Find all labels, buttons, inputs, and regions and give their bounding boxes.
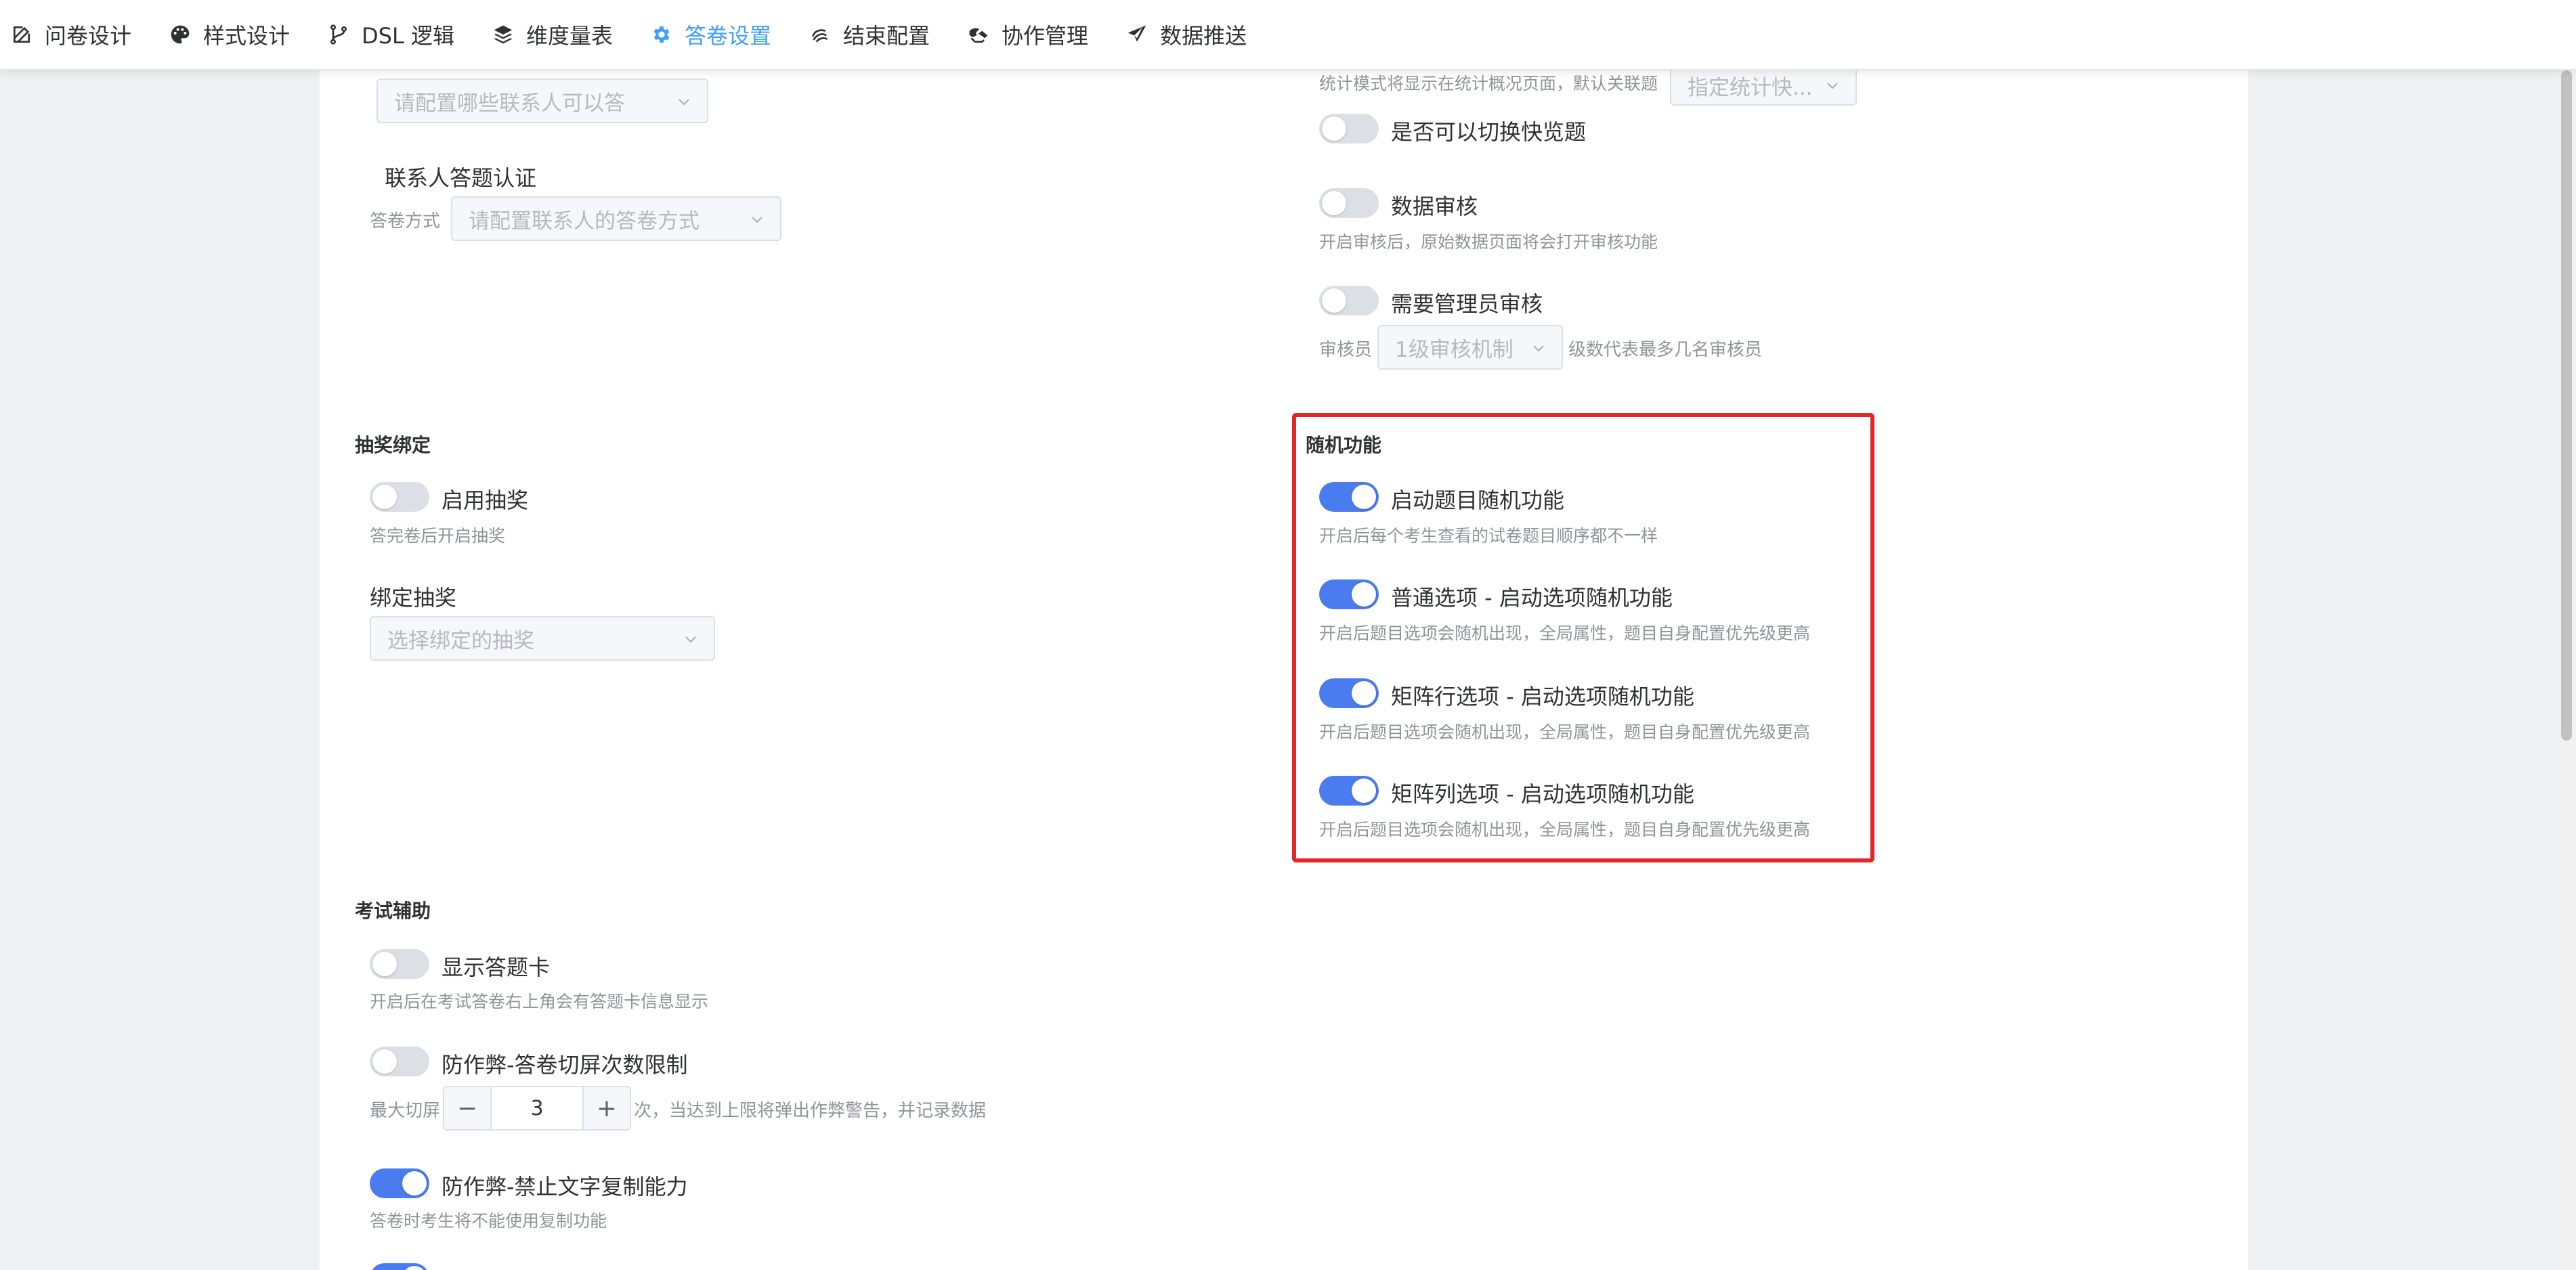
answer-card-label: 显示答题卡	[442, 955, 551, 980]
increment-button[interactable]: +	[582, 1087, 630, 1129]
random-option-desc: 开启后题目选项会随机出现，全局属性，题目自身配置优先级更高	[1319, 623, 1811, 643]
no-copy-label: 防作弊-禁止文字复制能力	[442, 1174, 688, 1200]
answer-method-label: 答卷方式	[370, 211, 441, 232]
decrement-button[interactable]: −	[444, 1087, 492, 1129]
admin-review-label: 需要管理员审核	[1391, 291, 1543, 317]
tab-questionnaire-design[interactable]: 问卷设计	[11, 0, 131, 70]
answer-method-select[interactable]: 请配置联系人的答卷方式	[451, 196, 781, 241]
reviewer-select[interactable]: 1级审核机制	[1377, 325, 1563, 370]
layers-icon	[494, 25, 513, 44]
lottery-bind-title: 绑定抽奖	[370, 585, 457, 611]
page-scrollbar[interactable]	[2557, 70, 2576, 1270]
lottery-enable-desc: 答完卷后开启抽奖	[370, 526, 506, 546]
random-matrix-col-desc: 开启后题目选项会随机出现，全局属性，题目自身配置优先级更高	[1319, 820, 1811, 839]
data-review-switch[interactable]	[1319, 188, 1379, 218]
quick-switch-switch[interactable]	[1319, 114, 1379, 144]
chevron-down-icon	[752, 217, 763, 223]
tab-collaboration[interactable]: 协作管理	[968, 0, 1088, 70]
random-section-title: 随机功能	[1306, 434, 1382, 456]
scrollbar-thumb[interactable]	[2561, 70, 2572, 741]
next-setting-switch[interactable]	[370, 1263, 429, 1270]
data-review-label: 数据审核	[1391, 194, 1478, 219]
admin-review-switch[interactable]	[1319, 286, 1379, 315]
random-question-label: 启动题目随机功能	[1391, 487, 1565, 513]
gear-icon	[653, 26, 670, 43]
random-option-label: 普通选项 - 启动选项随机功能	[1391, 585, 1673, 611]
exam-section-title: 考试辅助	[355, 900, 431, 922]
tab-data-push[interactable]: 数据推送	[1126, 0, 1247, 70]
chevron-down-icon	[1533, 345, 1544, 352]
random-question-switch[interactable]	[1319, 482, 1379, 512]
max-switch-value[interactable]: 3	[492, 1087, 582, 1129]
quick-switch-label: 是否可以切换快览题	[1391, 119, 1587, 145]
max-switch-prefix: 最大切屏	[370, 1101, 441, 1121]
chevron-down-icon	[679, 99, 689, 106]
lottery-enable-label: 启用抽奖	[442, 487, 529, 513]
branch-icon	[330, 24, 347, 45]
chevron-down-icon	[1827, 83, 1838, 89]
switch-limit-label: 防作弊-答卷切屏次数限制	[442, 1052, 688, 1078]
top-nav: 问卷设计 样式设计 DSL 逻辑 维度量表 答卷设置 结束配置 协作管理 数据推…	[0, 0, 2576, 70]
tab-dsl-logic[interactable]: DSL 逻辑	[328, 0, 454, 70]
random-matrix-col-switch[interactable]	[1319, 776, 1379, 806]
stats-mode-desc: 统计模式将显示在统计概况页面，默认关联题	[1319, 74, 1658, 92]
lottery-section-title: 抽奖绑定	[355, 434, 431, 456]
stats-select[interactable]: 指定统计快...	[1670, 65, 1857, 106]
random-matrix-row-label: 矩阵行选项 - 启动选项随机功能	[1391, 684, 1694, 709]
data-review-desc: 开启审核后，原始数据页面将会打开审核功能	[1319, 232, 1658, 252]
switch-limit-switch[interactable]	[370, 1047, 429, 1076]
tab-dimension-scale[interactable]: 维度量表	[492, 0, 613, 70]
random-matrix-row-desc: 开启后题目选项会随机出现，全局属性，题目自身配置优先级更高	[1319, 722, 1811, 742]
random-matrix-col-label: 矩阵列选项 - 启动选项随机功能	[1391, 781, 1694, 807]
contact-auth-title: 联系人答题认证	[385, 165, 537, 191]
edit-icon	[14, 26, 30, 43]
max-switch-suffix: 次，当达到上限将弹出作弊警告，并记录数据	[634, 1101, 987, 1121]
max-switch-stepper[interactable]: − 3 +	[443, 1086, 631, 1131]
spiral-icon	[812, 29, 828, 43]
random-matrix-row-switch[interactable]	[1319, 678, 1379, 708]
answer-card-desc: 开启后在考试答卷右上角会有答题卡信息显示	[370, 992, 709, 1011]
handshake-icon	[969, 28, 988, 43]
tab-answer-settings[interactable]: 答卷设置	[651, 0, 771, 70]
no-copy-desc: 答卷时考生将不能使用复制功能	[370, 1211, 607, 1231]
answer-card-switch[interactable]	[370, 949, 429, 979]
lottery-bind-select[interactable]: 选择绑定的抽奖	[370, 616, 715, 661]
reviewer-suffix: 级数代表最多几名审核员	[1568, 340, 1763, 360]
palette-icon	[171, 25, 190, 44]
tab-style-design[interactable]: 样式设计	[169, 0, 290, 70]
tab-end-config[interactable]: 结束配置	[809, 0, 930, 70]
contacts-select[interactable]: 请配置哪些联系人可以答	[377, 79, 708, 123]
reviewer-label: 审核员	[1319, 340, 1373, 360]
no-copy-switch[interactable]	[370, 1168, 429, 1198]
random-question-desc: 开启后每个考生查看的试卷题目顺序都不一样	[1319, 526, 1658, 546]
lottery-enable-switch[interactable]	[370, 482, 429, 512]
send-icon	[1128, 25, 1146, 42]
random-option-switch[interactable]	[1319, 579, 1379, 609]
chevron-down-icon	[685, 636, 696, 643]
